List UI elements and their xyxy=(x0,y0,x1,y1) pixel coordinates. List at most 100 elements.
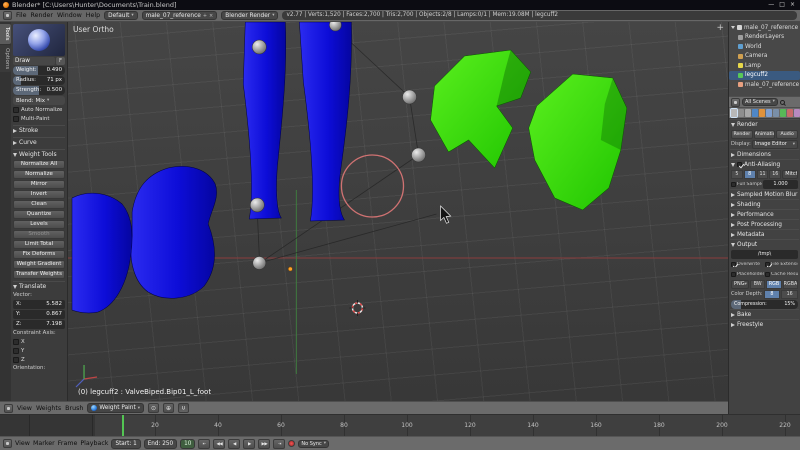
menu-view[interactable]: View xyxy=(17,405,32,412)
strength-slider[interactable]: Strength: 0.500 xyxy=(13,86,65,95)
end-frame-field[interactable]: End: 250 xyxy=(143,438,178,449)
info-editor-type-icon[interactable] xyxy=(3,11,12,20)
normalize-button[interactable]: Normalize xyxy=(13,170,65,179)
clean-button[interactable]: Clean xyxy=(13,200,65,209)
menu-frame[interactable]: Frame xyxy=(58,440,78,447)
bone-joint-sphere[interactable] xyxy=(250,197,265,213)
menu-weights[interactable]: Weights xyxy=(36,405,61,412)
quantize-button[interactable]: Quantize xyxy=(13,210,65,219)
color-depth-16-button[interactable]: 16 xyxy=(781,289,798,299)
next-keyframe-button[interactable]: ▶▶ xyxy=(258,438,271,449)
animation-button[interactable]: Animation xyxy=(753,129,776,139)
brush-name-field[interactable]: Draw xyxy=(13,57,55,65)
bone-joint-sphere[interactable] xyxy=(252,39,267,55)
toolshelf-tab-options[interactable]: Options xyxy=(0,44,11,72)
constraint-z-checkbox[interactable]: Z xyxy=(13,356,65,364)
weight-slider[interactable]: Weight: 0.490 xyxy=(13,66,65,75)
brush-fake-user-button[interactable]: F xyxy=(56,57,65,65)
aa-samples-11-button[interactable]: 11 xyxy=(756,169,769,179)
mirror-button[interactable]: Mirror xyxy=(13,180,65,189)
maximize-button[interactable]: □ xyxy=(779,1,785,9)
timeline-editor-type-icon[interactable] xyxy=(3,439,12,448)
translate-z-field[interactable]: Z: 7.198 xyxy=(13,320,65,329)
render-engine-dropdown[interactable]: Blender Render ▾ xyxy=(221,11,279,20)
tab-render[interactable] xyxy=(730,108,738,118)
anti-aliasing-checkbox[interactable] xyxy=(737,162,742,167)
sync-dropdown[interactable]: No Sync ▾ xyxy=(298,439,330,448)
properties-region-toggle[interactable]: + xyxy=(716,23,724,33)
delete-scene-icon[interactable]: × xyxy=(209,12,213,20)
aa-samples-8-button[interactable]: 8 xyxy=(743,169,756,179)
blend-mode-dropdown[interactable]: Blend: Mix ▾ xyxy=(13,96,65,105)
add-scene-icon[interactable]: + xyxy=(203,12,207,20)
bone-joint-sphere[interactable] xyxy=(252,256,267,270)
limit-total-button[interactable]: Limit Total xyxy=(13,240,65,249)
outliner-item-lamp[interactable]: Lamp xyxy=(729,61,800,71)
auto-normalize-checkbox[interactable]: Auto Normalize xyxy=(13,106,65,114)
weight-gradient-button[interactable]: Weight Gradient xyxy=(13,260,65,269)
jump-to-end-button[interactable]: ⇥ xyxy=(273,438,286,449)
compression-slider[interactable]: Compression: 15% xyxy=(731,299,798,309)
color-mode-bw-button[interactable]: BW xyxy=(750,279,766,289)
panel-shading[interactable]: Shading xyxy=(730,199,799,209)
menu-file[interactable]: File xyxy=(16,12,27,19)
constraint-x-checkbox[interactable]: X xyxy=(13,338,65,346)
viewport-3d[interactable]: User Ortho + (0) legcuff2 : ValveBiped.B… xyxy=(68,22,728,401)
file-format-dropdown[interactable]: PNG ▾ xyxy=(731,279,749,289)
tab-material[interactable] xyxy=(787,109,793,117)
panel-freestyle[interactable]: Freestyle xyxy=(730,319,799,329)
jump-to-start-button[interactable]: ⇤ xyxy=(198,438,211,449)
menu-view[interactable]: View xyxy=(15,440,30,447)
mesh-leg-right[interactable] xyxy=(299,22,352,222)
prev-keyframe-button[interactable]: ◀◀ xyxy=(213,438,226,449)
menu-help[interactable]: Help xyxy=(86,12,100,19)
current-frame-field[interactable]: 10 xyxy=(180,438,196,449)
fix-deforms-button[interactable]: Fix Deforms xyxy=(13,250,65,259)
mesh-cuff-left[interactable] xyxy=(71,192,133,314)
placeholders-checkbox[interactable]: Placeholders xyxy=(731,271,764,277)
color-mode-rgb-button[interactable]: RGB xyxy=(766,279,782,289)
pivot-center-dropdown[interactable]: ⊙ xyxy=(148,403,159,413)
cache-result-checkbox[interactable]: Cache Result xyxy=(765,271,798,277)
play-reverse-button[interactable]: ◀ xyxy=(228,438,241,449)
panel-metadata[interactable]: Metadata xyxy=(730,229,799,239)
constraint-y-checkbox[interactable]: Y xyxy=(13,347,65,355)
tab-world[interactable] xyxy=(752,109,758,117)
search-icon[interactable] xyxy=(779,99,785,105)
scene-selector[interactable]: male_07_reference + × xyxy=(141,11,218,20)
full-sample-checkbox[interactable]: Full Sample xyxy=(731,181,762,187)
audio-button[interactable]: Audio xyxy=(776,129,799,139)
mesh-cuff-center[interactable] xyxy=(130,166,217,299)
transfer-weights-button[interactable]: Transfer Weights xyxy=(13,270,65,279)
panel-sampled-motion-blur[interactable]: Sampled Motion Blur xyxy=(730,189,799,199)
mode-dropdown[interactable]: Weight Paint ▾ xyxy=(87,403,144,413)
timeline-ruler[interactable]: 20 40 60 80 100 120 140 160 180 200 220 xyxy=(0,414,800,436)
tab-render-layers[interactable] xyxy=(738,109,744,117)
tab-texture[interactable] xyxy=(794,109,800,117)
snap-toggle[interactable]: ∩ xyxy=(178,403,189,413)
outliner-item-world[interactable]: World xyxy=(729,42,800,52)
file-extensions-checkbox[interactable]: File Extensions xyxy=(765,261,798,267)
tab-modifiers[interactable] xyxy=(773,109,779,117)
normalize-all-button[interactable]: Normalize All xyxy=(13,160,65,169)
play-button[interactable]: ▶ xyxy=(243,438,256,449)
render-button[interactable]: Render xyxy=(731,129,753,139)
radius-slider[interactable]: Radius: 71 px xyxy=(13,76,65,85)
toolshelf-tab-tools[interactable]: Tools xyxy=(0,24,11,44)
current-frame-indicator[interactable] xyxy=(122,415,124,436)
panel-anti-aliasing[interactable]: Anti-Aliasing xyxy=(730,159,799,169)
panel-render[interactable]: Render xyxy=(730,119,799,129)
display-dropdown[interactable]: Image Editor ▾ xyxy=(751,139,798,149)
panel-translate-operator[interactable]: Translate xyxy=(13,281,65,291)
brush-preview[interactable] xyxy=(13,24,65,56)
outliner-item-renderlayers[interactable]: RenderLayers xyxy=(729,33,800,43)
tab-object[interactable] xyxy=(759,109,765,117)
cursor-3d[interactable] xyxy=(349,300,366,316)
multi-paint-checkbox[interactable]: Multi-Paint xyxy=(13,115,65,123)
menu-playback[interactable]: Playback xyxy=(80,440,108,447)
panel-curve[interactable]: Curve xyxy=(13,137,65,147)
overwrite-checkbox[interactable]: Overwrite xyxy=(731,261,764,267)
panel-post-processing[interactable]: Post Processing xyxy=(730,219,799,229)
aa-samples-16-button[interactable]: 16 xyxy=(769,169,782,179)
translate-y-field[interactable]: Y: 0.867 xyxy=(13,310,65,319)
